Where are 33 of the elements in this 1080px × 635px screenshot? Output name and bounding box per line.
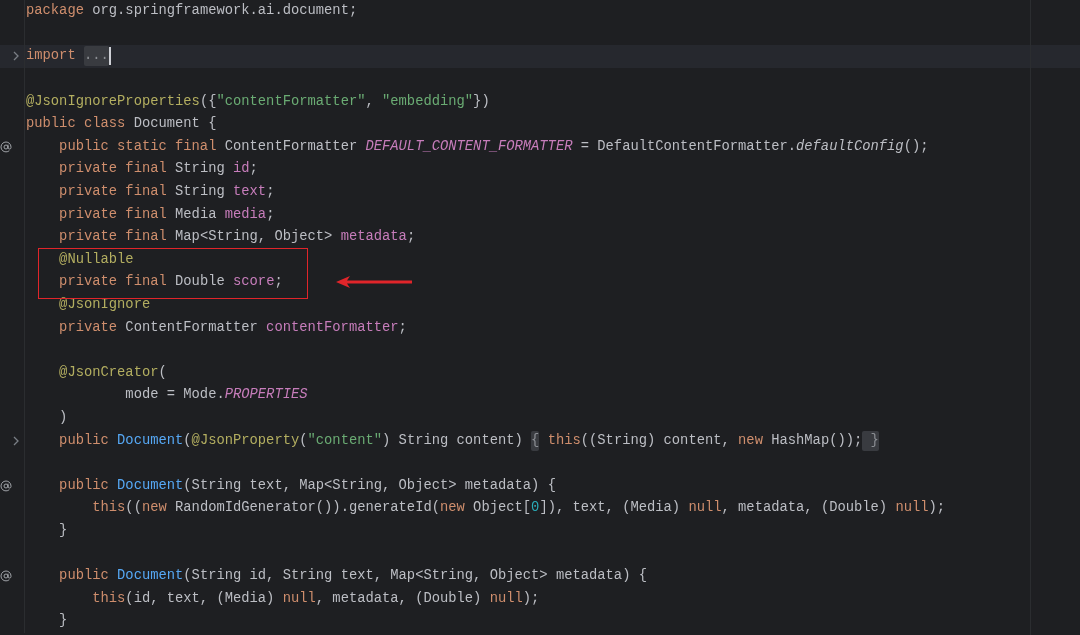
code-line: private final Media media; [58,205,275,224]
code-line: @JsonCreator( [58,363,167,382]
chevron-right-icon[interactable] [12,435,20,446]
folded-code[interactable]: } [862,430,879,451]
chevron-right-icon[interactable] [12,51,20,62]
code-line: private final String text; [58,183,275,202]
folded-code[interactable]: { [531,430,540,451]
code-line: @JsonIgnore [58,296,151,314]
code-line: @Nullable [58,250,134,269]
code-line: private final String id; [58,160,258,179]
code-line: } [58,521,68,540]
code-line: ) [58,409,68,427]
code-line: public Document(@JsonProperty("content") String content) [58,431,524,450]
code-line: public Document(String text, Map<String, Object> metadata) { [58,476,556,495]
folded-code[interactable]: ... [83,46,109,67]
code-line: package org.springframework.ai.document; [26,2,358,21]
code-line: public static final ContentFormatter DEFAULT_CONTENT_FORMATTER = DefaultContentFormatter.defaultConfig(); [58,137,929,156]
code-line: import [26,47,77,66]
code-line: public class Document { [26,115,217,134]
at-sign-icon[interactable] [0,479,12,492]
code-line: this(id, text, (Media) null, metadata, (Double) null); [91,589,540,608]
at-sign-icon[interactable] [0,140,12,153]
code-line: private final Map<String, Object> metadata; [58,228,416,247]
code-line: } [58,612,68,631]
at-sign-icon[interactable] [0,570,12,583]
code-line: public Document(String id, String text, Map<String, Object> metadata) { [58,567,647,586]
code-line: private ContentFormatter contentFormatter; [58,318,407,337]
code-line: this((new RandomIdGenerator()).generateId(new Object[0]), text, (Media) null, metadata, (Double) null); [91,499,946,518]
code-line: this((String) content, new HashMap()); [546,431,863,450]
code-line: mode = Mode.PROPERTIES [124,386,308,405]
code-line: private final Double score; [58,273,283,292]
code-line: @JsonIgnoreProperties({"contentFormatter", "embedding"}) [26,92,490,111]
text-cursor [108,47,111,66]
